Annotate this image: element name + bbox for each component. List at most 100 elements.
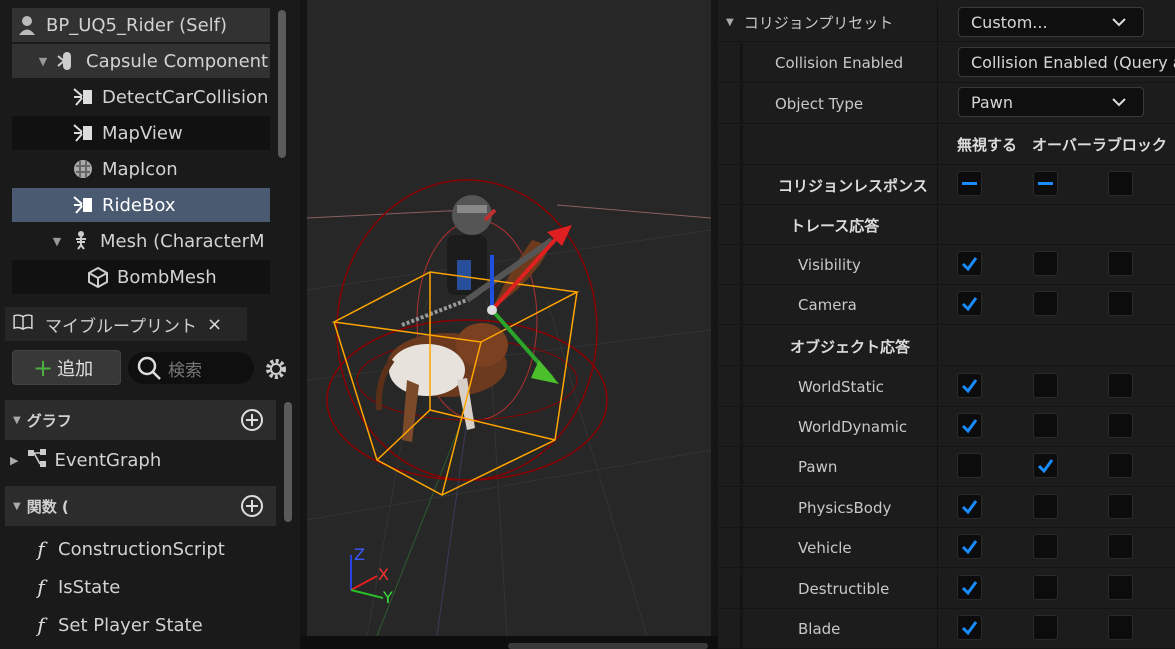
channel-name: PhysicsBody: [742, 488, 938, 528]
expand-arrow-icon[interactable]: ▼: [36, 55, 50, 68]
channel-ignore-checkbox[interactable]: [957, 291, 982, 316]
trace-response-name: トレース応答: [742, 205, 938, 245]
column-overlap-block-header: オーバーラブロック: [1032, 136, 1167, 154]
category-graphs[interactable]: ▼ グラフ: [5, 400, 276, 440]
channel-block-checkbox[interactable]: [1108, 534, 1133, 559]
collision-response-label: コリジョンレスポンス: [778, 176, 928, 195]
check-icon: [961, 297, 978, 312]
event-graph-item[interactable]: ▶ EventGraph: [10, 444, 161, 476]
expand-arrow-icon[interactable]: ▼: [13, 415, 21, 426]
channel-ignore-checkbox[interactable]: [957, 494, 982, 519]
tree-item-root[interactable]: BP_UQ5_Rider (Self): [12, 8, 270, 42]
channel-ignore-checkbox[interactable]: [957, 413, 982, 438]
channel-block-checkbox[interactable]: [1108, 291, 1133, 316]
event-graph-label: EventGraph: [54, 449, 162, 471]
gear-icon[interactable]: [263, 356, 289, 382]
add-function-icon[interactable]: [240, 494, 264, 518]
viewport[interactable]: Z X Y: [307, 0, 711, 636]
my-blueprint-panel: マイブループリント × + 追加 検索 ▼ グラフ ▶ EventGraph ▼…: [0, 300, 300, 649]
category-label: 関数 (: [26, 497, 69, 516]
channel-ignore-checkbox[interactable]: [957, 534, 982, 559]
channel-ignore-checkbox[interactable]: [957, 251, 982, 276]
expand-arrow-icon[interactable]: ▼: [726, 17, 734, 28]
channel-block-checkbox[interactable]: [1108, 494, 1133, 519]
function-label: Set Player State: [58, 614, 203, 636]
channel-ignore-checkbox[interactable]: [957, 373, 982, 398]
expand-arrow-icon[interactable]: ▼: [13, 501, 21, 512]
function-item[interactable]: f Set Player State: [30, 609, 203, 641]
object-type-dropdown[interactable]: Pawn: [958, 87, 1144, 117]
tree-item-detectcar[interactable]: DetectCarCollision: [12, 80, 270, 114]
channel-name: Destructible: [742, 569, 938, 609]
close-icon[interactable]: ×: [207, 314, 222, 335]
collision-enabled-dropdown[interactable]: Collision Enabled (Query an: [958, 47, 1175, 77]
channel-overlap-checkbox[interactable]: [1033, 453, 1058, 478]
tree-item-ridebox[interactable]: RideBox: [12, 188, 270, 222]
category-label: グラフ: [26, 411, 72, 430]
channel-block-checkbox[interactable]: [1108, 251, 1133, 276]
response-all-block-checkbox[interactable]: [1108, 171, 1133, 196]
preset-name-cell[interactable]: ▼ コリジョンプリセット: [718, 2, 938, 42]
channel-block-checkbox[interactable]: [1108, 453, 1133, 478]
check-icon: [1037, 459, 1054, 474]
category-functions[interactable]: ▼ 関数 (: [5, 486, 276, 526]
tree-item-label: MapIcon: [102, 158, 178, 180]
tree-item-mapicon[interactable]: MapIcon: [12, 152, 270, 186]
channel-block-checkbox[interactable]: [1108, 413, 1133, 438]
object-response-row: オブジェクト応答: [718, 326, 1175, 366]
actor-icon: [16, 14, 38, 36]
column-ignore-header: 無視する: [957, 136, 1018, 154]
static-mesh-icon: [87, 266, 109, 289]
channel-overlap-checkbox[interactable]: [1033, 413, 1058, 438]
minus-icon: [962, 182, 977, 185]
collision-response-name: コリジョンレスポンス: [742, 165, 938, 205]
function-icon: f: [37, 537, 45, 561]
channel-row: Camera: [718, 285, 1175, 325]
channel-overlap-checkbox[interactable]: [1033, 291, 1058, 316]
search-input[interactable]: 検索: [128, 352, 254, 384]
search-placeholder: 検索: [168, 360, 202, 381]
blueprint-scrollbar[interactable]: [284, 402, 292, 522]
preset-dropdown[interactable]: Custom...: [958, 7, 1144, 37]
axis-z-label: Z: [354, 545, 365, 564]
channel-overlap-checkbox[interactable]: [1033, 534, 1058, 559]
my-blueprint-tab[interactable]: マイブループリント ×: [5, 307, 247, 341]
response-all-overlap-checkbox[interactable]: [1033, 171, 1058, 196]
channel-block-checkbox[interactable]: [1108, 615, 1133, 640]
function-item[interactable]: f ConstructionScript: [30, 533, 225, 565]
channel-row: Destructible: [718, 569, 1175, 609]
channel-overlap-checkbox[interactable]: [1033, 373, 1058, 398]
channel-row: Vehicle: [718, 528, 1175, 568]
add-button[interactable]: + 追加: [12, 350, 121, 385]
channel-ignore-checkbox[interactable]: [957, 575, 982, 600]
channel-overlap-checkbox[interactable]: [1033, 251, 1058, 276]
object-type-name: Object Type: [742, 84, 938, 124]
expand-arrow-icon[interactable]: ▼: [50, 235, 64, 248]
capsule-icon: [56, 50, 78, 72]
channel-ignore-checkbox[interactable]: [957, 453, 982, 478]
search-icon: [136, 355, 162, 381]
check-icon: [961, 379, 978, 394]
tree-item-bombmesh[interactable]: BombMesh: [12, 260, 270, 294]
tree-item-mapview[interactable]: MapView: [12, 116, 270, 150]
components-scrollbar[interactable]: [278, 10, 286, 158]
tree-item-mesh[interactable]: ▼ Mesh (CharacterM: [12, 224, 270, 258]
axis-y-label: Y: [383, 588, 393, 607]
check-icon: [961, 419, 978, 434]
function-icon: f: [37, 575, 45, 599]
channel-name: Vehicle: [742, 528, 938, 568]
preset-value: Custom...: [971, 12, 1048, 32]
channel-overlap-checkbox[interactable]: [1033, 615, 1058, 640]
response-all-ignore-checkbox[interactable]: [957, 171, 982, 196]
channel-ignore-checkbox[interactable]: [957, 615, 982, 640]
channel-block-checkbox[interactable]: [1108, 575, 1133, 600]
viewport-scrollbar[interactable]: [508, 643, 708, 649]
tree-item-label: Capsule Component: [86, 50, 269, 72]
channel-overlap-checkbox[interactable]: [1033, 494, 1058, 519]
tree-item-capsule[interactable]: ▼ Capsule Component: [12, 44, 270, 78]
channel-overlap-checkbox[interactable]: [1033, 575, 1058, 600]
expand-arrow-icon[interactable]: ▶: [10, 454, 18, 467]
function-item[interactable]: f IsState: [30, 571, 120, 603]
add-graph-icon[interactable]: [240, 408, 264, 432]
channel-block-checkbox[interactable]: [1108, 373, 1133, 398]
